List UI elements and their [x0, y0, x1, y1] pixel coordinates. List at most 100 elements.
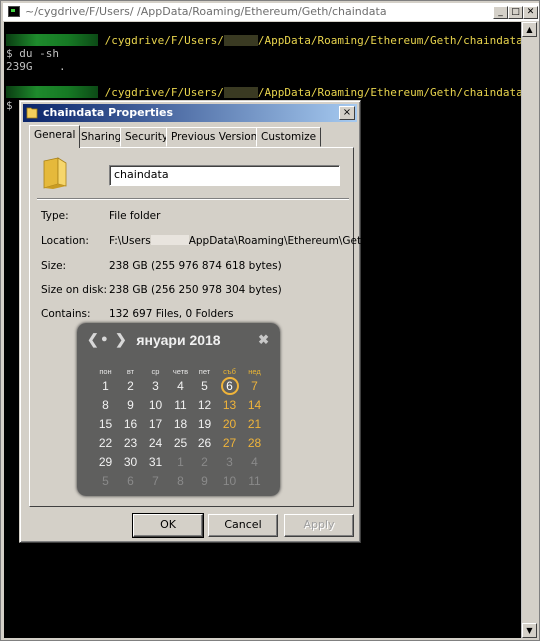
- calendar-day[interactable]: 9: [118, 398, 143, 412]
- folder-name-input[interactable]: chaindata: [109, 165, 340, 186]
- today-ring-icon: [220, 377, 239, 395]
- calendar-day[interactable]: 2: [192, 455, 217, 469]
- calendar-gadget: ❮ ● ❯ януари 2018 ✖ пон вт ср четв пет съб нед…: [77, 323, 280, 496]
- prompt-line-2: /cygdrive/F/Users/ /AppData/Roaming/Ether…: [6, 86, 523, 99]
- calendar-day[interactable]: 4: [242, 455, 267, 469]
- dialog-close-button[interactable]: ×: [339, 106, 355, 120]
- type-label: Type:: [41, 210, 69, 222]
- type-value: File folder: [109, 210, 161, 222]
- terminal-title: ~/cygdrive/F/Users/ /AppData/Roaming/Eth…: [25, 5, 387, 18]
- calendar-day[interactable]: 16: [118, 417, 143, 431]
- scroll-down-arrow-icon[interactable]: ▼: [522, 623, 537, 638]
- dialog-title: chaindata Properties: [43, 106, 174, 119]
- minimize-button[interactable]: _: [493, 6, 508, 19]
- redacted-username-3: [150, 235, 189, 245]
- size-on-disk-value: 238 GB (256 250 978 304 bytes): [109, 284, 282, 296]
- calendar-day[interactable]: 25: [168, 436, 193, 450]
- weekday-header: вт: [126, 367, 135, 376]
- calendar-day[interactable]: 7: [143, 474, 168, 488]
- tab-previous-versions[interactable]: Previous Versions: [166, 127, 268, 147]
- calendar-day[interactable]: 19: [192, 417, 217, 431]
- location-prefix: F:\Users: [109, 235, 151, 247]
- terminal-titlebar[interactable]: ~/cygdrive/F/Users/ /AppData/Roaming/Eth…: [3, 3, 539, 21]
- terminal-scrollbar[interactable]: ▲ ▼: [521, 22, 537, 638]
- location-label: Location:: [41, 235, 89, 247]
- scroll-up-arrow-icon[interactable]: ▲: [522, 22, 537, 37]
- prompt-line-1: /cygdrive/F/Users/ /AppData/Roaming/Ether…: [6, 34, 523, 47]
- calendar-day[interactable]: 11: [168, 398, 193, 412]
- calendar-day[interactable]: 5: [93, 474, 118, 488]
- prompt-symbol: $: [6, 99, 13, 112]
- calendar-day[interactable]: 11: [242, 474, 267, 488]
- calendar-day[interactable]: 24: [143, 436, 168, 450]
- calendar-day[interactable]: 10: [143, 398, 168, 412]
- size-on-disk-label: Size on disk:: [41, 284, 107, 296]
- weekday-header: четв: [172, 367, 189, 376]
- calendar-day[interactable]: 14: [242, 398, 267, 412]
- weekday-header: пон: [99, 367, 112, 376]
- calendar-day[interactable]: 12: [192, 398, 217, 412]
- calendar-day[interactable]: 13: [217, 398, 242, 412]
- size-label: Size:: [41, 260, 67, 272]
- redacted-username: [223, 35, 258, 46]
- calendar-day[interactable]: 1: [168, 455, 193, 469]
- calendar-day[interactable]: 22: [93, 436, 118, 450]
- calendar-close-icon[interactable]: ✖: [258, 332, 269, 348]
- calendar-day[interactable]: 6: [118, 474, 143, 488]
- weekday-header: съб: [223, 367, 236, 376]
- prompt-path-2: /cygdrive/F/Users/: [104, 86, 224, 99]
- calendar-day[interactable]: 18: [168, 417, 193, 431]
- calendar-day[interactable]: 3: [143, 379, 168, 393]
- ok-button[interactable]: OK: [132, 513, 204, 538]
- contains-value: 132 697 Files, 0 Folders: [109, 308, 234, 320]
- cancel-button[interactable]: Cancel: [208, 514, 278, 537]
- calendar-month-title: януари 2018: [136, 332, 221, 348]
- command-line: $ du -sh: [6, 47, 59, 60]
- calendar-day[interactable]: 26: [192, 436, 217, 450]
- weekday-header: ср: [151, 367, 160, 376]
- tab-sharing[interactable]: Sharing: [76, 127, 127, 147]
- calendar-day[interactable]: 9: [192, 474, 217, 488]
- prompt-path-1-rest: /AppData/Roaming/Ethereum/Geth/chaindata: [257, 34, 523, 47]
- weekday-header: пет: [198, 367, 211, 376]
- calendar-day[interactable]: 4: [168, 379, 193, 393]
- prompt-path-2-rest: /AppData/Roaming/Ethereum/Geth/chaindata: [257, 86, 523, 99]
- calendar-day[interactable]: 15: [93, 417, 118, 431]
- calendar-day[interactable]: 8: [168, 474, 193, 488]
- location-value: F:\Users AppData\Roaming\Ethereum\Geth: [109, 235, 368, 247]
- separator: [37, 198, 349, 200]
- calendar-day[interactable]: 21: [242, 417, 267, 431]
- calendar-day[interactable]: 10: [217, 474, 242, 488]
- apply-button[interactable]: Apply: [284, 514, 354, 537]
- maximize-button[interactable]: □: [508, 6, 523, 19]
- calendar-day[interactable]: 7: [242, 379, 267, 393]
- calendar-day[interactable]: 8: [93, 398, 118, 412]
- weekday-header: нед: [248, 367, 261, 376]
- terminal-icon: [8, 6, 20, 17]
- calendar-day[interactable]: 20: [217, 417, 242, 431]
- calendar-day[interactable]: 29: [93, 455, 118, 469]
- folder-icon: [26, 107, 38, 119]
- large-folder-icon: [43, 157, 67, 189]
- calendar-day[interactable]: 27: [217, 436, 242, 450]
- contains-label: Contains:: [41, 308, 91, 320]
- calendar-day[interactable]: 17: [143, 417, 168, 431]
- calendar-day[interactable]: 23: [118, 436, 143, 450]
- redacted-username-2: [223, 87, 258, 98]
- tab-customize[interactable]: Customize: [256, 127, 322, 147]
- calendar-day[interactable]: 1: [93, 379, 118, 393]
- size-value: 238 GB (255 976 874 618 bytes): [109, 260, 282, 272]
- calendar-day[interactable]: 5: [192, 379, 217, 393]
- calendar-day[interactable]: 28: [242, 436, 267, 450]
- calendar-day[interactable]: 3: [217, 455, 242, 469]
- tab-general[interactable]: General: [29, 125, 81, 148]
- close-button[interactable]: ✕: [523, 6, 538, 19]
- calendar-day[interactable]: 30: [118, 455, 143, 469]
- prompt-path-1: /cygdrive/F/Users/: [104, 34, 224, 47]
- calendar-day[interactable]: 2: [118, 379, 143, 393]
- dialog-titlebar[interactable]: chaindata Properties ×: [23, 104, 357, 122]
- prompt-user-host: [6, 34, 98, 46]
- prompt-user-host-2: [6, 86, 98, 98]
- location-suffix: AppData\Roaming\Ethereum\Geth: [188, 235, 368, 247]
- calendar-day[interactable]: 31: [143, 455, 168, 469]
